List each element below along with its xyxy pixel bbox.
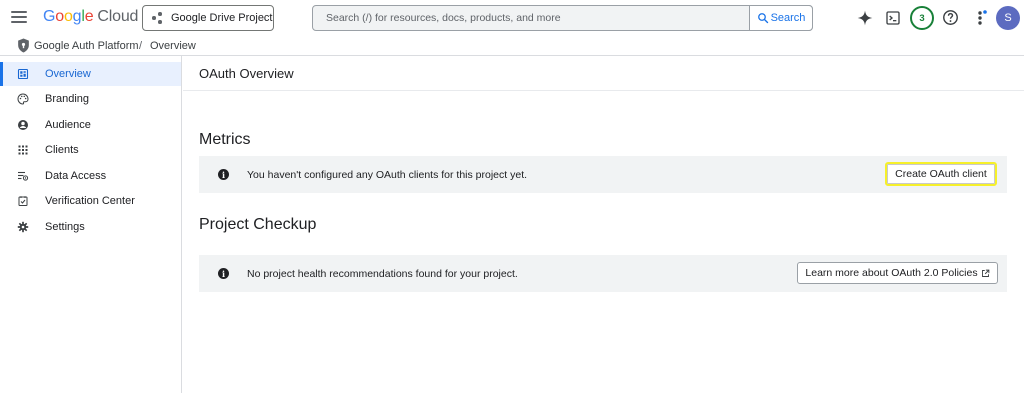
logo-letter: o (55, 8, 64, 25)
metrics-heading: Metrics (199, 131, 251, 148)
account-circle-icon (18, 120, 28, 130)
top-app-bar: Google Cloud Google Drive Project Search … (0, 0, 1024, 36)
more-vert-icon[interactable] (973, 9, 987, 27)
sidebar-item-branding[interactable]: Branding (0, 87, 181, 111)
search-button-label: Search (770, 12, 806, 24)
logo-product-name: Cloud (97, 8, 139, 25)
info-icon: i (218, 268, 229, 279)
grid-apps-icon (18, 145, 28, 155)
breadcrumb-separator: / (139, 40, 143, 52)
logo-letter: e (84, 8, 94, 25)
sidebar-item-label: Overview (45, 68, 91, 80)
notification-count-badge[interactable]: 3 (910, 6, 934, 30)
metrics-info-banner: i You haven't configured any OAuth clien… (199, 156, 1007, 193)
sidebar-item-label: Clients (45, 144, 79, 156)
logo-letter: G (43, 8, 56, 25)
search-input[interactable] (313, 6, 749, 30)
search-icon (757, 13, 768, 24)
help-icon[interactable] (942, 9, 959, 26)
project-name: Google Drive Project (171, 12, 273, 24)
info-icon: i (218, 169, 229, 180)
breadcrumb-item-overview[interactable]: Overview (150, 40, 196, 52)
metrics-message: You haven't configured any OAuth clients… (247, 169, 528, 181)
gear-icon (17, 221, 29, 233)
sidebar-item-settings[interactable]: Settings (0, 215, 181, 239)
cloud-shell-terminal-icon[interactable] (885, 10, 901, 26)
open-in-new-icon (981, 269, 989, 277)
shield-icon (18, 38, 29, 53)
sidebar-item-label: Branding (45, 93, 90, 105)
search-bar: Search (312, 5, 813, 31)
breadcrumb-item-auth-platform[interactable]: Google Auth Platform (34, 40, 139, 52)
create-oauth-client-button[interactable]: Create OAuth client (885, 162, 997, 186)
sidebar-item-overview[interactable]: Overview (0, 62, 181, 86)
breadcrumb: Google Auth Platform / Overview (0, 36, 1024, 56)
dashboard-icon (17, 68, 29, 80)
project-checkup-heading: Project Checkup (199, 216, 317, 233)
sidebar-item-audience[interactable]: Audience (0, 113, 181, 137)
checkup-message: No project health recommendations found … (247, 268, 518, 280)
sidebar-item-data-access[interactable]: Data Access (0, 164, 181, 188)
sidebar-nav: Overview Branding Audience Clients Data … (0, 56, 182, 393)
hamburger-menu-icon[interactable] (11, 11, 27, 25)
title-divider (183, 90, 1024, 91)
learn-more-oauth-policies-button[interactable]: Learn more about OAuth 2.0 Policies (797, 262, 998, 284)
sidebar-item-label: Data Access (45, 170, 107, 182)
page-title: OAuth Overview (199, 66, 294, 81)
sidebar-item-label: Settings (45, 221, 85, 233)
avatar[interactable]: S (996, 6, 1020, 30)
search-button[interactable]: Search (749, 5, 813, 31)
checkup-info-banner: i No project health recommendations foun… (199, 255, 1007, 292)
sidebar-item-clients[interactable]: Clients (0, 138, 181, 162)
sidebar-item-label: Verification Center (45, 195, 135, 207)
sidebar-item-verification-center[interactable]: Verification Center (0, 189, 181, 213)
logo-letter: o (63, 8, 73, 25)
palette-icon (17, 93, 29, 105)
gemini-sparkle-icon[interactable] (857, 10, 873, 26)
learn-more-label: Learn more about OAuth 2.0 Policies (805, 267, 978, 279)
data-access-icon (18, 171, 29, 181)
project-picker-button[interactable]: Google Drive Project (142, 5, 274, 31)
sidebar-item-label: Audience (45, 119, 91, 131)
verified-checkbox-icon (18, 196, 28, 206)
google-cloud-logo[interactable]: Google Cloud (43, 8, 138, 26)
project-dots-icon (152, 12, 164, 24)
